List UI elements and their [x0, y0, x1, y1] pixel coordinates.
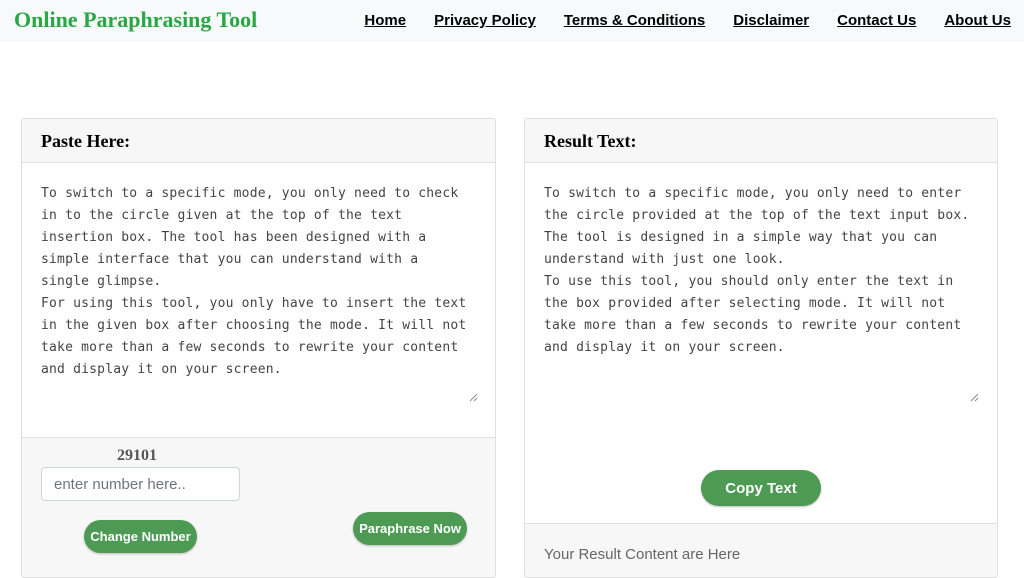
input-card: Paste Here: To switch to a specific mode… [21, 118, 496, 578]
result-card: Result Text: To switch to a specific mod… [524, 118, 998, 578]
result-textarea[interactable]: To switch to a specific mode, you only n… [539, 179, 983, 403]
nav-about-us[interactable]: About Us [944, 12, 1011, 29]
nav-terms-conditions[interactable]: Terms & Conditions [564, 12, 705, 29]
resize-grip-icon[interactable] [969, 392, 979, 402]
nav-disclaimer[interactable]: Disclaimer [733, 12, 809, 29]
result-card-footer: Your Result Content are Here [525, 523, 997, 577]
number-input[interactable] [41, 467, 240, 501]
resize-grip-icon[interactable] [468, 392, 478, 402]
paraphrase-now-button[interactable]: Paraphrase Now [353, 512, 467, 545]
input-card-footer: 29101 Change Number Paraphrase Now [22, 437, 495, 577]
result-card-title: Result Text: [525, 119, 997, 163]
site-brand[interactable]: Online Paraphrasing Tool [14, 7, 257, 33]
nav-privacy-policy[interactable]: Privacy Policy [434, 12, 536, 29]
input-textarea[interactable]: To switch to a specific mode, you only n… [36, 179, 480, 403]
main-nav: Home Privacy Policy Terms & Conditions D… [364, 12, 1011, 29]
copy-text-button[interactable]: Copy Text [701, 470, 821, 506]
input-card-title: Paste Here: [22, 119, 495, 163]
nav-home[interactable]: Home [364, 12, 406, 29]
result-footer-text: Your Result Content are Here [544, 546, 741, 563]
top-navbar: Online Paraphrasing Tool Home Privacy Po… [0, 0, 1024, 42]
change-number-button[interactable]: Change Number [84, 520, 197, 553]
captcha-number: 29101 [117, 447, 157, 464]
nav-contact-us[interactable]: Contact Us [837, 12, 916, 29]
